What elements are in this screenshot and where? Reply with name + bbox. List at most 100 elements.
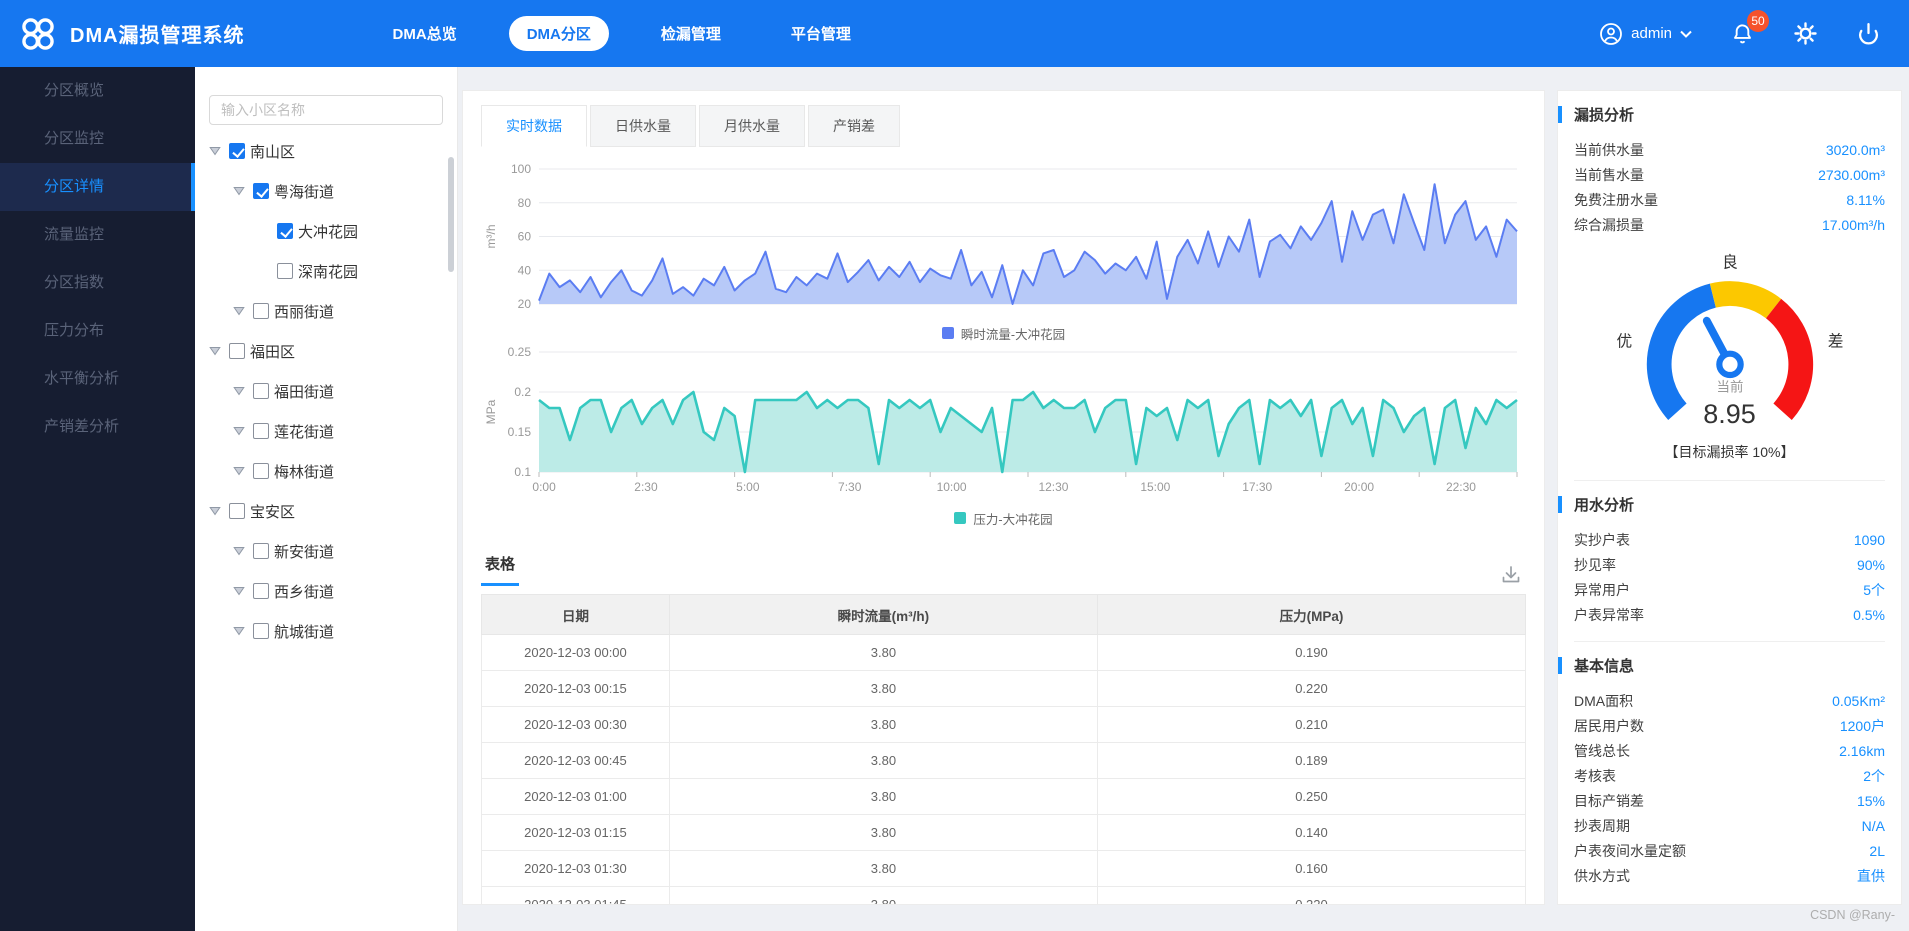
tree-expand-icon[interactable] bbox=[233, 306, 253, 316]
flow-legend-swatch bbox=[942, 327, 954, 339]
leak-analysis-section: 漏损分析 当前供水量3020.0m³当前售水量2730.00m³免费注册水量8.… bbox=[1574, 91, 1885, 466]
table-row: 2020-12-03 00:003.800.190 bbox=[482, 635, 1526, 671]
notifications-button[interactable]: 50 bbox=[1730, 21, 1755, 46]
stat-label: 当前供水量 bbox=[1574, 140, 1644, 160]
table-cell: 3.80 bbox=[669, 887, 1097, 906]
tree-node-label: 福田街道 bbox=[274, 381, 334, 402]
tree-checkbox-福田街道[interactable] bbox=[253, 383, 269, 399]
tree-node-大冲花园: 大冲花园 bbox=[209, 211, 443, 251]
tree-expand-icon[interactable] bbox=[209, 146, 229, 156]
sidebar-item-压力分布[interactable]: 压力分布 bbox=[0, 307, 195, 355]
table-cell: 0.250 bbox=[1097, 779, 1525, 815]
table-row: 2020-12-03 01:303.800.160 bbox=[482, 851, 1526, 887]
table-cell: 0.189 bbox=[1097, 743, 1525, 779]
pressure-legend[interactable]: 压力-大冲花园 bbox=[481, 507, 1526, 529]
download-icon[interactable] bbox=[1500, 564, 1522, 586]
logout-button[interactable] bbox=[1856, 21, 1881, 46]
svg-text:60: 60 bbox=[518, 230, 532, 244]
tree-node-福田区: 福田区 bbox=[209, 331, 443, 371]
nav-item-DMA总览[interactable]: DMA总览 bbox=[375, 16, 475, 51]
table-cell: 0.220 bbox=[1097, 887, 1525, 906]
table-col-header: 瞬时流量(m³/h) bbox=[669, 595, 1097, 635]
svg-text:17:30: 17:30 bbox=[1242, 480, 1272, 494]
nav-item-平台管理[interactable]: 平台管理 bbox=[773, 16, 869, 51]
pressure-legend-swatch bbox=[954, 512, 966, 524]
stat-label: 供水方式 bbox=[1574, 866, 1630, 886]
flow-chart[interactable]: 20406080100m³/h bbox=[481, 161, 1526, 316]
tree-checkbox-西乡街道[interactable] bbox=[253, 583, 269, 599]
table-cell: 2020-12-03 01:45 bbox=[482, 887, 670, 906]
search-input[interactable] bbox=[209, 95, 443, 125]
sidebar-item-分区概览[interactable]: 分区概览 bbox=[0, 67, 195, 115]
sidebar-item-分区详情[interactable]: 分区详情 bbox=[0, 163, 195, 211]
tree-expand-icon[interactable] bbox=[233, 586, 253, 596]
tab-产销差[interactable]: 产销差 bbox=[808, 105, 900, 147]
sidebar-item-产销差分析[interactable]: 产销差分析 bbox=[0, 403, 195, 451]
table-cell: 3.80 bbox=[669, 779, 1097, 815]
table-cell: 0.220 bbox=[1097, 671, 1525, 707]
tree-checkbox-新安街道[interactable] bbox=[253, 543, 269, 559]
stat-value: 1200户 bbox=[1840, 716, 1885, 736]
stat-row-DMA面积: DMA面积0.05Km² bbox=[1574, 688, 1885, 713]
pressure-legend-label: 压力-大冲花园 bbox=[973, 509, 1052, 528]
tree-checkbox-福田区[interactable] bbox=[229, 343, 245, 359]
table-row: 2020-12-03 00:303.800.210 bbox=[482, 707, 1526, 743]
tree-checkbox-莲花街道[interactable] bbox=[253, 423, 269, 439]
table-cell: 0.160 bbox=[1097, 851, 1525, 887]
sidebar-item-流量监控[interactable]: 流量监控 bbox=[0, 211, 195, 259]
tree-checkbox-宝安区[interactable] bbox=[229, 503, 245, 519]
tree-checkbox-深南花园[interactable] bbox=[277, 263, 293, 279]
tree-expand-icon[interactable] bbox=[233, 546, 253, 556]
tree-expand-icon[interactable] bbox=[233, 466, 253, 476]
flow-legend[interactable]: 瞬时流量-大冲花园 bbox=[481, 322, 1526, 344]
app-logo-icon bbox=[20, 16, 56, 52]
svg-text:10:00: 10:00 bbox=[937, 480, 967, 494]
tree-checkbox-大冲花园[interactable] bbox=[277, 223, 293, 239]
table-row: 2020-12-03 00:153.800.220 bbox=[482, 671, 1526, 707]
sidebar-item-分区监控[interactable]: 分区监控 bbox=[0, 115, 195, 163]
tree-checkbox-粤海街道[interactable] bbox=[253, 183, 269, 199]
water-section-title: 用水分析 bbox=[1574, 494, 1634, 515]
tree-expand-icon[interactable] bbox=[233, 386, 253, 396]
tab-实时数据[interactable]: 实时数据 bbox=[481, 105, 587, 147]
table-cell: 0.140 bbox=[1097, 815, 1525, 851]
table-cell: 3.80 bbox=[669, 851, 1097, 887]
leak-gauge: 优良差当前 8.95 【目标漏损率 10%】 bbox=[1574, 243, 1885, 466]
tree-expand-icon[interactable] bbox=[209, 506, 229, 516]
tab-日供水量[interactable]: 日供水量 bbox=[590, 105, 696, 147]
tree-expand-icon[interactable] bbox=[233, 186, 253, 196]
watermark: CSDN @Rany- bbox=[1810, 908, 1895, 922]
svg-text:0:00: 0:00 bbox=[532, 480, 556, 494]
table-cell: 3.80 bbox=[669, 707, 1097, 743]
tree-checkbox-西丽街道[interactable] bbox=[253, 303, 269, 319]
tab-月供水量[interactable]: 月供水量 bbox=[699, 105, 805, 147]
tree-scrollbar[interactable] bbox=[448, 157, 454, 272]
tree-checkbox-航城街道[interactable] bbox=[253, 623, 269, 639]
tree-expand-icon[interactable] bbox=[233, 426, 253, 436]
stat-row-当前供水量: 当前供水量3020.0m³ bbox=[1574, 137, 1885, 162]
sidebar-item-分区指数[interactable]: 分区指数 bbox=[0, 259, 195, 307]
nav-item-检漏管理[interactable]: 检漏管理 bbox=[643, 16, 739, 51]
svg-text:100: 100 bbox=[511, 162, 531, 176]
tree-expand-icon[interactable] bbox=[209, 346, 229, 356]
district-tree-panel: 南山区粤海街道大冲花园深南花园西丽街道福田区福田街道莲花街道梅林街道宝安区新安街… bbox=[195, 67, 458, 931]
pressure-chart[interactable]: 0.10.150.20.25MPa0:002:305:007:3010:0012… bbox=[481, 344, 1526, 507]
tree-checkbox-南山区[interactable] bbox=[229, 143, 245, 159]
notification-badge: 50 bbox=[1747, 10, 1769, 32]
table-cell: 3.80 bbox=[669, 743, 1097, 779]
table-col-header: 日期 bbox=[482, 595, 670, 635]
tree-checkbox-梅林街道[interactable] bbox=[253, 463, 269, 479]
svg-text:良: 良 bbox=[1722, 254, 1738, 272]
settings-button[interactable] bbox=[1793, 21, 1818, 46]
svg-text:2:30: 2:30 bbox=[634, 480, 658, 494]
sidebar-item-水平衡分析[interactable]: 水平衡分析 bbox=[0, 355, 195, 403]
nav-item-DMA分区[interactable]: DMA分区 bbox=[509, 16, 609, 51]
table-cell: 2020-12-03 00:45 bbox=[482, 743, 670, 779]
user-menu[interactable]: admin bbox=[1599, 22, 1692, 46]
stat-label: 综合漏损量 bbox=[1574, 215, 1644, 235]
tree-expand-icon[interactable] bbox=[233, 626, 253, 636]
table-tab[interactable]: 表格 bbox=[481, 549, 519, 586]
svg-text:40: 40 bbox=[518, 263, 532, 277]
main-nav: DMA总览 DMA分区检漏管理平台管理 bbox=[375, 16, 869, 51]
tree-node-label: 深南花园 bbox=[298, 261, 358, 282]
